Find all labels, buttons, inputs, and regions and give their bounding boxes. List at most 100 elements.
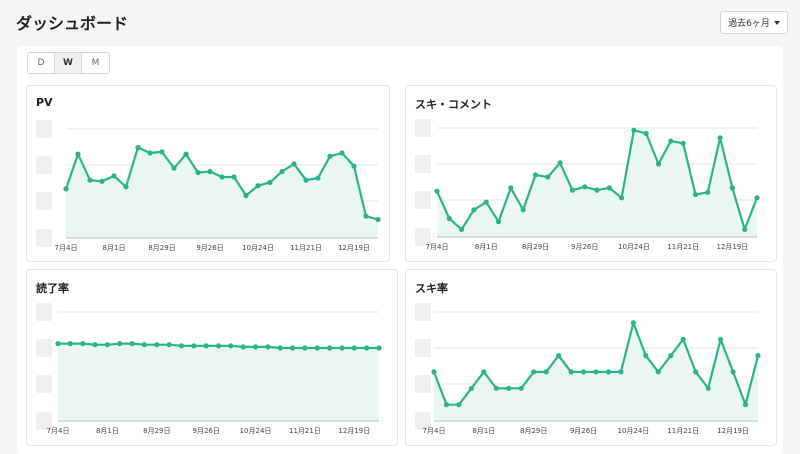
data-point [717,135,723,141]
chart-card-read-rate: 読了率 7月4日 8月1日 8月29日 9月26日 10月24日 11月21日 12月19日 [26,269,398,446]
data-point [255,183,261,189]
data-point [468,385,474,391]
x-tick-label: 8月1日 [96,427,119,435]
data-point [446,215,452,222]
data-point [680,140,686,146]
data-point [104,342,110,348]
chart-card-like-rate: スキ率 7月4日 8月1日 8月29日 9月26日 10月24日 11月21日 12月19日 [405,269,777,446]
data-point [532,172,539,178]
data-point [705,385,711,391]
data-point [302,345,308,351]
data-point [228,343,234,349]
x-tick-label: 12月19日 [716,243,748,251]
data-point [593,369,599,375]
period-tab-day[interactable]: D [28,53,55,73]
data-point [518,385,524,391]
chart-card-pv: PV 7月4日 8月1日 8月29日 9月26日 10月24日 11月21日 12月19日 [26,85,390,262]
data-point [531,369,537,375]
series-area [58,343,379,421]
period-tab-month[interactable]: M [82,53,109,73]
data-point [75,151,81,157]
data-point [207,168,213,175]
data-point [495,219,502,225]
data-point [203,343,209,349]
data-point [493,385,499,391]
x-tick-label: 9月26日 [193,427,220,435]
data-point [80,341,86,347]
x-tick-label: 7月4日 [426,243,449,251]
data-point [680,336,686,342]
y-tick-placeholder [415,303,431,321]
data-point [166,342,172,348]
data-point [520,207,526,213]
data-point [364,345,370,351]
date-range-label: 過去6ヶ月 [728,19,770,29]
x-tick-label: 12月19日 [717,427,749,435]
data-point [456,402,462,408]
x-tick-label: 11月21日 [667,243,699,251]
data-point [754,195,760,201]
data-point [291,161,297,167]
data-point [459,226,465,232]
x-tick-label: 12月19日 [338,244,370,252]
data-point [606,185,612,191]
data-point [545,174,551,180]
y-tick-placeholder [415,155,431,173]
data-point [252,344,259,350]
x-tick-label: 7月4日 [423,427,446,435]
data-point [351,163,357,169]
data-point [191,343,197,349]
series-area [66,147,378,238]
x-tick-label: 11月21日 [290,244,322,252]
data-point [314,345,320,351]
y-tick-placeholder [36,120,52,138]
period-tab-week[interactable]: W [55,53,82,73]
x-tick-label: 8月1日 [475,243,498,251]
header: ダッシュボード 過去6ヶ月 [0,0,800,44]
data-point [243,192,249,199]
data-point [630,320,636,326]
page-title: ダッシュボード [16,14,129,33]
data-point [742,402,749,408]
data-point [123,184,129,190]
x-tick-label: 7月4日 [55,244,78,252]
data-point [327,345,333,351]
y-tick-placeholder [36,156,52,174]
chart-svg: 7月4日 8月1日 8月29日 9月26日 10月24日 11月21日 12月19日 [36,303,382,435]
data-point [339,345,345,351]
data-point [483,199,489,205]
y-tick-placeholder [36,375,52,393]
x-tick-label: 8月29日 [520,427,547,435]
data-point [668,138,674,144]
data-point [147,150,153,156]
data-point [376,345,382,351]
date-range-dropdown[interactable]: 過去6ヶ月 [720,11,788,34]
period-segmented-control: D W M [27,52,110,74]
data-point [718,336,724,342]
data-point [159,149,165,155]
data-point [240,344,246,350]
data-point [568,369,574,375]
data-point [277,345,283,351]
data-point [557,160,563,166]
data-point [431,369,437,375]
x-tick-label: 9月26日 [196,244,223,252]
data-point [231,174,237,180]
x-tick-label: 8月1日 [103,244,126,252]
data-point [339,150,345,156]
data-point [135,144,141,151]
x-tick-label: 7月4日 [47,427,70,435]
chart-svg: 7月4日 8月1日 8月29日 9月26日 10月24日 11月21日 12月19日 [36,120,381,252]
data-point [580,369,587,375]
data-point [290,345,296,351]
data-point [471,207,477,213]
data-point [67,341,73,347]
data-point [219,174,225,180]
y-tick-placeholder [36,192,52,210]
data-point [643,353,649,359]
data-point [668,353,674,359]
data-point [594,187,600,193]
data-point [129,341,135,347]
chart-svg: 7月4日 8月1日 8月29日 9月26日 10月24日 11月21日 12月19日 [415,303,761,435]
data-point [692,191,699,198]
